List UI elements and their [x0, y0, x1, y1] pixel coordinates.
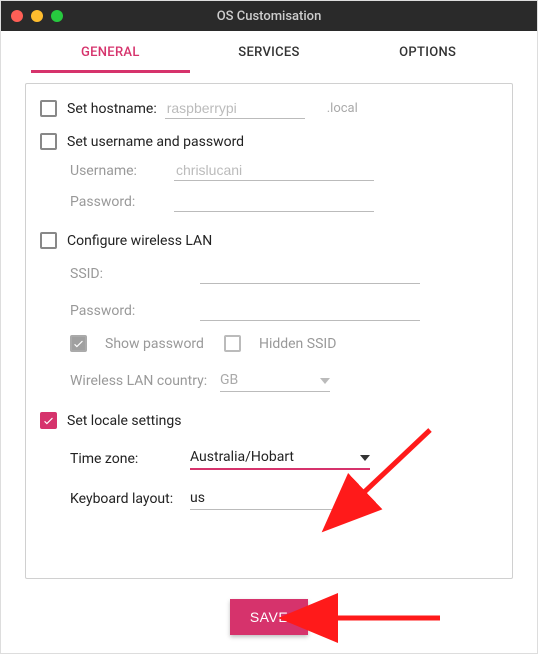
- wifi-country-value: GB: [220, 370, 320, 391]
- wifi-options-row: Show password Hidden SSID: [70, 335, 498, 352]
- timezone-row: Time zone: Australia/Hobart: [70, 447, 498, 470]
- username-label: Username:: [70, 163, 174, 179]
- hostname-row: Set hostname: .local: [40, 98, 498, 119]
- timezone-value: Australia/Hobart: [190, 447, 360, 468]
- wifi-password-row: Password:: [70, 300, 498, 321]
- close-icon[interactable]: [11, 10, 23, 22]
- password-input[interactable]: [174, 191, 374, 212]
- hostname-label: Set hostname:: [67, 101, 157, 117]
- window-title: OS Customisation: [1, 9, 537, 24]
- chevron-down-icon: [360, 496, 370, 502]
- wifi-password-label: Password:: [70, 303, 174, 319]
- keyboard-select[interactable]: us: [190, 488, 370, 510]
- tab-bar: GENERAL SERVICES OPTIONS: [1, 31, 537, 73]
- show-password-checkbox[interactable]: [70, 335, 87, 352]
- userpass-checkbox[interactable]: [40, 133, 57, 150]
- userpass-label: Set username and password: [67, 134, 244, 150]
- footer: SAVE: [1, 589, 537, 653]
- keyboard-row: Keyboard layout: us: [70, 488, 498, 510]
- password-row: Password:: [70, 191, 498, 212]
- locale-label: Set locale settings: [67, 413, 181, 429]
- locale-checkbox[interactable]: [40, 412, 57, 429]
- titlebar: OS Customisation: [1, 1, 537, 31]
- password-label: Password:: [70, 194, 174, 210]
- wifi-password-input[interactable]: [200, 300, 420, 321]
- userpass-row: Set username and password: [40, 133, 498, 150]
- ssid-input[interactable]: [200, 263, 420, 284]
- maximize-icon[interactable]: [51, 10, 63, 22]
- hostname-suffix: .local: [327, 101, 358, 116]
- timezone-label: Time zone:: [70, 451, 190, 467]
- timezone-select[interactable]: Australia/Hobart: [190, 447, 370, 470]
- keyboard-value: us: [190, 488, 360, 509]
- wifi-label: Configure wireless LAN: [67, 233, 212, 249]
- tab-services[interactable]: SERVICES: [190, 45, 349, 73]
- wifi-country-row: Wireless LAN country: GB: [70, 370, 498, 392]
- wifi-country-select[interactable]: GB: [220, 370, 330, 392]
- tab-general[interactable]: GENERAL: [31, 45, 190, 73]
- chevron-down-icon: [360, 455, 370, 461]
- keyboard-label: Keyboard layout:: [70, 491, 190, 507]
- tab-options[interactable]: OPTIONS: [348, 45, 507, 73]
- wifi-checkbox[interactable]: [40, 232, 57, 249]
- hostname-input[interactable]: [165, 98, 305, 119]
- save-button[interactable]: SAVE: [230, 599, 308, 635]
- ssid-row: SSID:: [70, 263, 498, 284]
- chevron-down-icon: [320, 378, 330, 384]
- settings-panel: Set hostname: .local Set username and pa…: [25, 83, 513, 579]
- hostname-checkbox[interactable]: [40, 100, 57, 117]
- wifi-row: Configure wireless LAN: [40, 232, 498, 249]
- username-row: Username:: [70, 160, 498, 181]
- show-password-label: Show password: [105, 336, 204, 352]
- hidden-ssid-label: Hidden SSID: [259, 336, 336, 352]
- window-controls: [11, 10, 63, 22]
- ssid-label: SSID:: [70, 266, 174, 282]
- wifi-country-label: Wireless LAN country:: [70, 373, 220, 389]
- locale-row: Set locale settings: [40, 412, 498, 429]
- hidden-ssid-checkbox[interactable]: [224, 335, 241, 352]
- minimize-icon[interactable]: [31, 10, 43, 22]
- os-customisation-window: OS Customisation GENERAL SERVICES OPTION…: [0, 0, 538, 654]
- username-input[interactable]: [174, 160, 374, 181]
